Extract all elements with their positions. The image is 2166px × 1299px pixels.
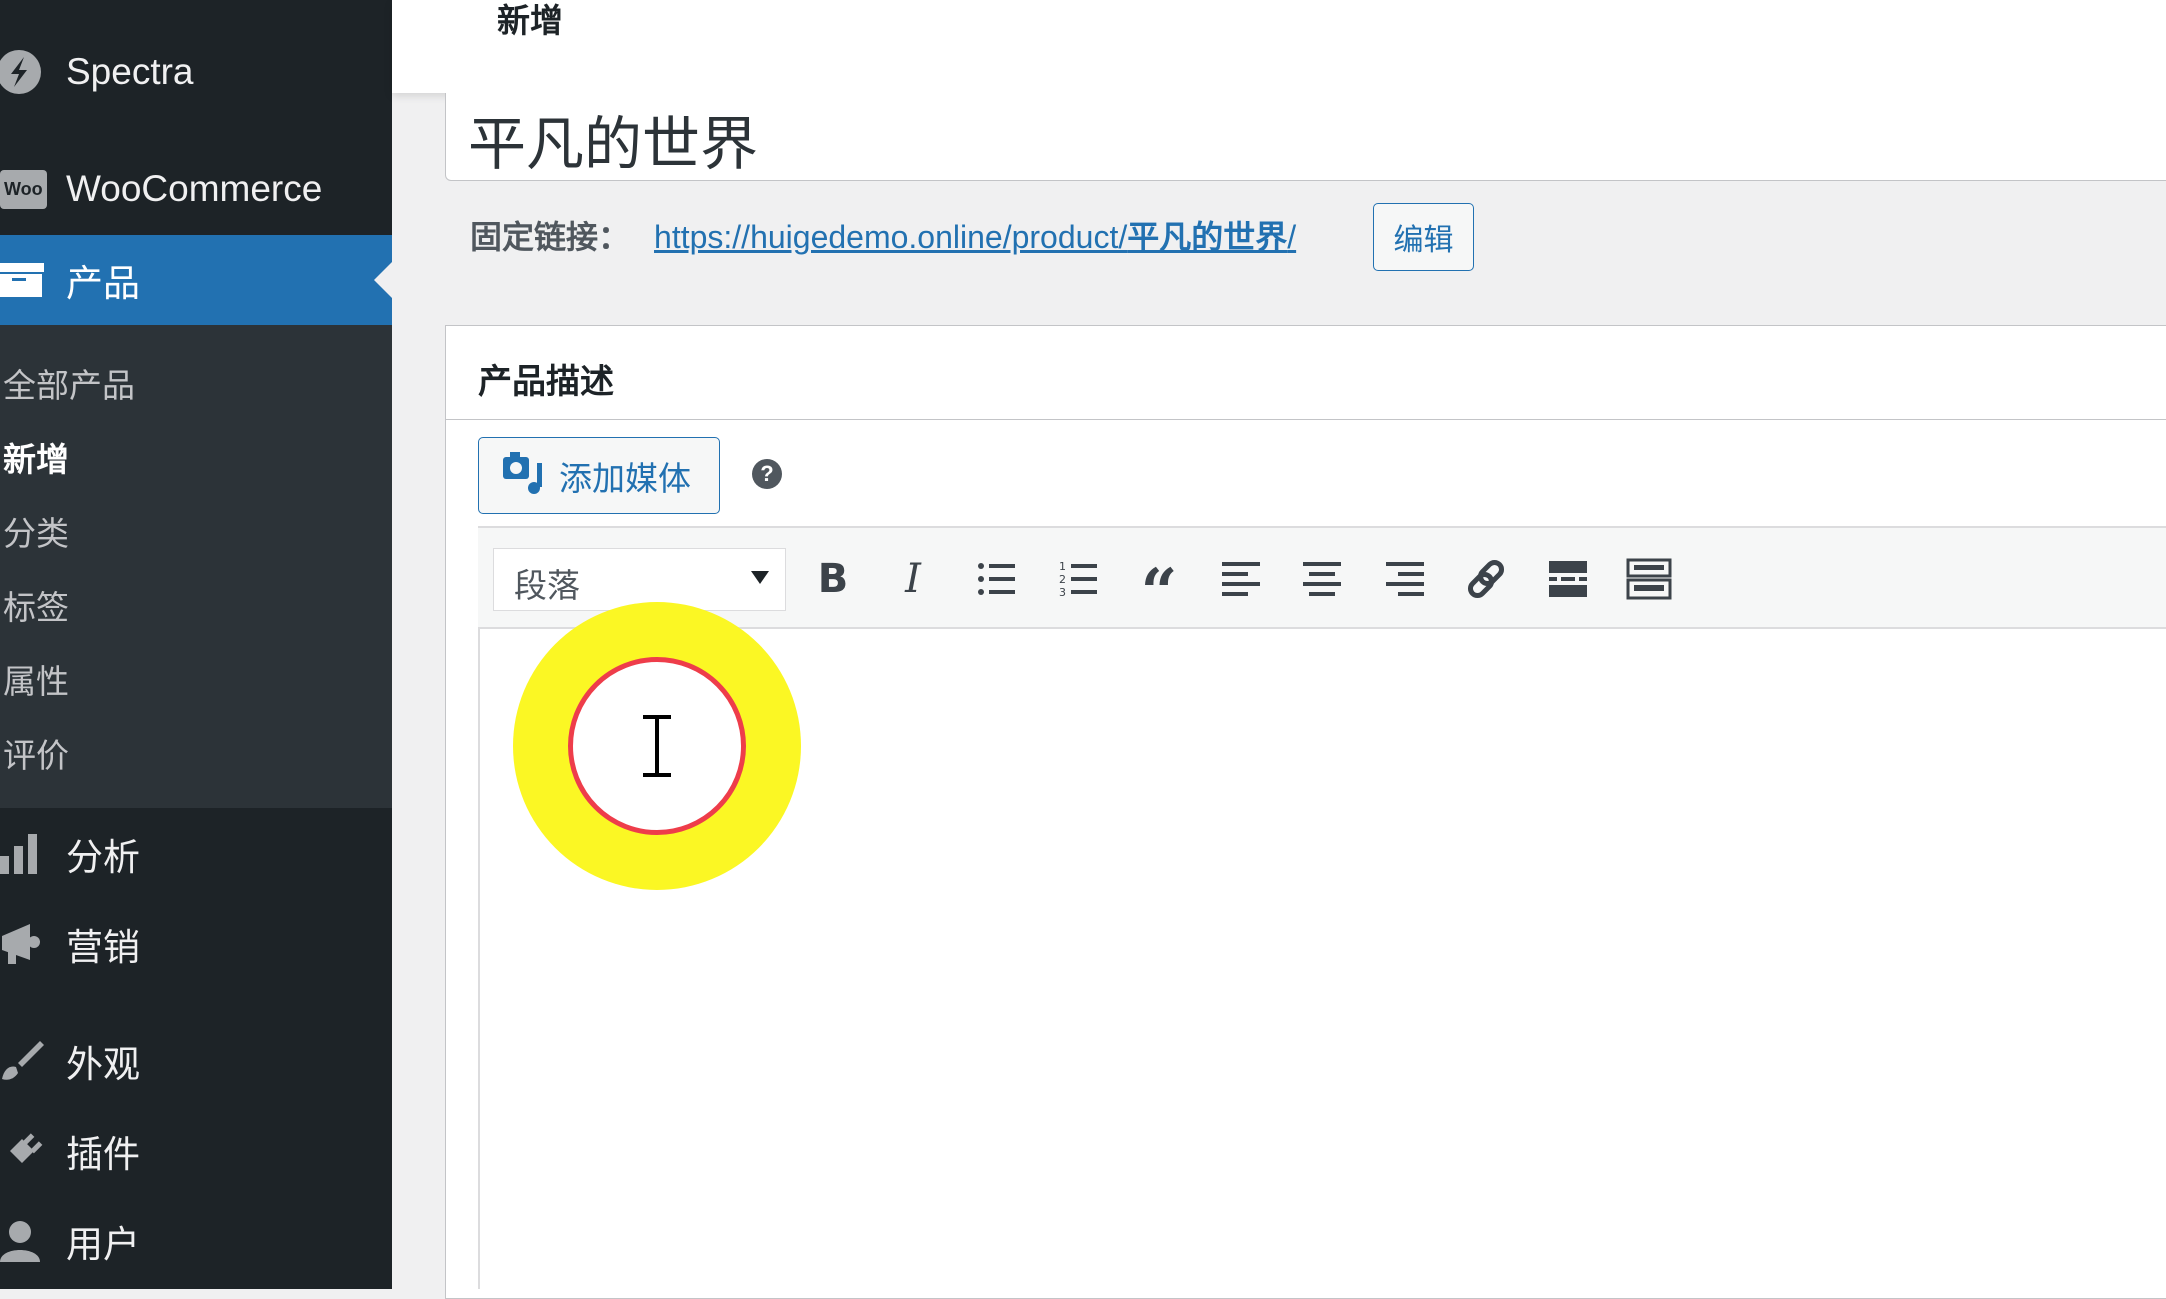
megaphone-icon — [0, 922, 66, 966]
media-icon — [501, 449, 547, 503]
menu-item-spectra[interactable]: Spectra — [0, 32, 392, 112]
edit-permalink-button[interactable]: 编辑 — [1373, 203, 1474, 271]
submenu-reviews[interactable]: 评价 — [3, 729, 69, 777]
align-left-icon[interactable] — [1215, 553, 1267, 605]
svg-text:3: 3 — [1059, 586, 1066, 598]
menu-item-appearance[interactable]: 外观 — [0, 1021, 392, 1101]
italic-icon[interactable]: I — [887, 553, 939, 605]
click-highlight — [513, 602, 801, 890]
text-cursor-icon — [643, 714, 671, 778]
plugin-icon — [0, 1129, 66, 1173]
permalink-link[interactable]: https://huigedemo.online/product/平凡的世界/ — [654, 212, 1296, 258]
products-submenu: 全部产品 新增 分类 标签 属性 评价 — [0, 325, 392, 808]
bulleted-list-icon[interactable] — [970, 553, 1022, 605]
add-media-button[interactable]: 添加媒体 — [478, 437, 720, 514]
page-title: 新增 — [497, 2, 563, 39]
numbered-list-icon[interactable]: 123 — [1052, 553, 1104, 605]
user-icon — [0, 1220, 66, 1262]
menu-item-marketing[interactable]: 营销 — [0, 904, 392, 984]
submenu-all-products[interactable]: 全部产品 — [3, 359, 135, 407]
chart-bar-icon — [0, 834, 66, 874]
align-right-icon[interactable] — [1379, 553, 1431, 605]
chevron-down-icon — [751, 571, 769, 593]
woo-icon: Woo — [0, 169, 66, 209]
menu-item-woocommerce[interactable]: Woo WooCommerce — [0, 149, 392, 229]
submenu-add-new[interactable]: 新增 — [3, 433, 69, 481]
description-heading: 产品描述 — [478, 363, 614, 401]
spectra-icon — [0, 49, 66, 95]
archive-icon — [0, 263, 66, 297]
permalink-row: 固定链接： https://huigedemo.online/product/平… — [470, 212, 1296, 258]
menu-item-products[interactable]: 产品 — [0, 235, 392, 325]
format-select[interactable]: 段落 — [493, 548, 786, 611]
add-media-label: 添加媒体 — [559, 459, 691, 497]
product-title-input[interactable]: 平凡的世界 — [445, 93, 2166, 181]
submenu-categories[interactable]: 分类 — [3, 507, 69, 555]
blockquote-icon[interactable]: “ — [1133, 553, 1185, 630]
help-icon[interactable]: ? — [752, 459, 782, 489]
permalink-label: 固定链接： — [470, 219, 631, 255]
menu-item-users[interactable]: 用户 — [0, 1201, 392, 1281]
menu-item-plugins[interactable]: 插件 — [0, 1111, 392, 1191]
align-center-icon[interactable] — [1296, 553, 1348, 605]
svg-text:2: 2 — [1059, 573, 1066, 586]
admin-sidebar: Spectra Woo WooCommerce 产品 全部产品 新增 分类 标签… — [0, 0, 392, 1289]
bold-icon[interactable]: B — [807, 553, 859, 605]
toolbar-toggle-icon[interactable] — [1623, 553, 1675, 605]
page-header: 新增 — [392, 0, 2166, 93]
link-icon[interactable] — [1460, 553, 1512, 605]
submenu-tags[interactable]: 标签 — [3, 581, 69, 629]
read-more-icon[interactable] — [1542, 553, 1594, 605]
divider — [446, 419, 2166, 420]
menu-item-analytics[interactable]: 分析 — [0, 814, 392, 894]
paintbrush-icon — [0, 1039, 66, 1083]
click-ring — [568, 657, 746, 835]
svg-text:1: 1 — [1059, 560, 1066, 573]
editor-toolbar: 段落 B I 123 “ — [478, 526, 2166, 630]
submenu-attributes[interactable]: 属性 — [3, 655, 69, 703]
